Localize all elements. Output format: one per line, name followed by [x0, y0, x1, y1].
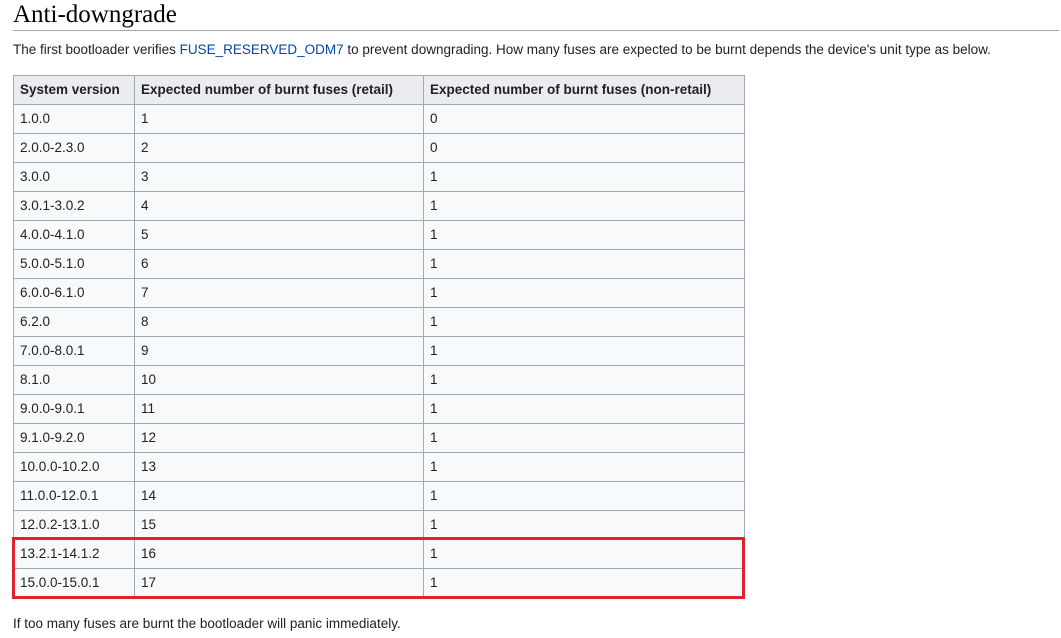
cell-retail-fuses: 6: [134, 249, 424, 279]
table-row: 11.0.0-12.0.1 14 1: [13, 481, 745, 511]
cell-system-version: 13.2.1-14.1.2: [13, 539, 135, 569]
cell-retail-fuses: 16: [134, 539, 424, 569]
table-row: 9.0.0-9.0.1 11 1: [13, 394, 745, 424]
cell-system-version: 9.0.0-9.0.1: [13, 394, 135, 424]
cell-retail-fuses: 9: [134, 336, 424, 366]
cell-retail-fuses: 15: [134, 510, 424, 540]
table-row: 3.0.1-3.0.2 4 1: [13, 191, 745, 221]
cell-retail-fuses: 4: [134, 191, 424, 221]
cell-system-version: 6.0.0-6.1.0: [13, 278, 135, 308]
cell-retail-fuses: 5: [134, 220, 424, 250]
cell-system-version: 5.0.0-5.1.0: [13, 249, 135, 279]
cell-non-retail-fuses: 1: [423, 539, 745, 569]
table-row: 12.0.2-13.1.0 15 1: [13, 510, 745, 540]
outro-paragraph: If too many fuses are burnt the bootload…: [13, 616, 401, 631]
cell-system-version: 3.0.1-3.0.2: [13, 191, 135, 221]
cell-retail-fuses: 13: [134, 452, 424, 482]
table-row: 9.1.0-9.2.0 12 1: [13, 423, 745, 453]
cell-non-retail-fuses: 1: [423, 191, 745, 221]
cell-non-retail-fuses: 1: [423, 423, 745, 453]
cell-system-version: 15.0.0-15.0.1: [13, 568, 135, 598]
cell-non-retail-fuses: 1: [423, 394, 745, 424]
cell-system-version: 3.0.0: [13, 162, 135, 192]
fuse-reserved-odm7-link[interactable]: FUSE_RESERVED_ODM7: [180, 42, 344, 57]
cell-system-version: 10.0.0-10.2.0: [13, 452, 135, 482]
cell-non-retail-fuses: 1: [423, 220, 745, 250]
cell-retail-fuses: 12: [134, 423, 424, 453]
cell-non-retail-fuses: 1: [423, 278, 745, 308]
fuse-table: System version Expected number of burnt …: [13, 75, 745, 598]
cell-non-retail-fuses: 1: [423, 336, 745, 366]
cell-system-version: 8.1.0: [13, 365, 135, 395]
cell-non-retail-fuses: 1: [423, 365, 745, 395]
cell-system-version: 12.0.2-13.1.0: [13, 510, 135, 540]
table-row: 3.0.0 3 1: [13, 162, 745, 192]
cell-retail-fuses: 1: [134, 104, 424, 134]
cell-system-version: 9.1.0-9.2.0: [13, 423, 135, 453]
cell-retail-fuses: 14: [134, 481, 424, 511]
cell-retail-fuses: 2: [134, 133, 424, 163]
table-row: 8.1.0 10 1: [13, 365, 745, 395]
cell-non-retail-fuses: 0: [423, 133, 745, 163]
table-row: 7.0.0-8.0.1 9 1: [13, 336, 745, 366]
cell-retail-fuses: 10: [134, 365, 424, 395]
intro-text-before: The first bootloader verifies: [13, 42, 180, 57]
intro-paragraph: The first bootloader verifies FUSE_RESER…: [13, 41, 991, 59]
cell-system-version: 4.0.0-4.1.0: [13, 220, 135, 250]
table-row: 5.0.0-5.1.0 6 1: [13, 249, 745, 279]
table-body: 1.0.0 1 0 2.0.0-2.3.0 2 0 3.0.0 3 1 3.0.1-3.0.2 4 1…: [13, 104, 745, 598]
cell-non-retail-fuses: 1: [423, 481, 745, 511]
cell-system-version: 7.0.0-8.0.1: [13, 336, 135, 366]
header-retail: Expected number of burnt fuses (retail): [134, 75, 424, 105]
cell-retail-fuses: 7: [134, 278, 424, 308]
cell-system-version: 6.2.0: [13, 307, 135, 337]
header-non-retail: Expected number of burnt fuses (non-reta…: [423, 75, 745, 105]
cell-retail-fuses: 11: [134, 394, 424, 424]
cell-system-version: 2.0.0-2.3.0: [13, 133, 135, 163]
section-heading: Anti-downgrade: [13, 0, 1059, 31]
intro-text-after: to prevent downgrading. How many fuses a…: [343, 42, 991, 57]
cell-retail-fuses: 8: [134, 307, 424, 337]
cell-non-retail-fuses: 1: [423, 452, 745, 482]
table-row: 13.2.1-14.1.2 16 1: [13, 539, 745, 569]
cell-non-retail-fuses: 1: [423, 307, 745, 337]
cell-retail-fuses: 3: [134, 162, 424, 192]
table-row: 10.0.0-10.2.0 13 1: [13, 452, 745, 482]
table-row: 15.0.0-15.0.1 17 1: [13, 568, 745, 598]
table-row: 6.0.0-6.1.0 7 1: [13, 278, 745, 308]
table-header-row: System version Expected number of burnt …: [13, 75, 745, 105]
cell-system-version: 1.0.0: [13, 104, 135, 134]
cell-non-retail-fuses: 0: [423, 104, 745, 134]
cell-non-retail-fuses: 1: [423, 162, 745, 192]
cell-non-retail-fuses: 1: [423, 568, 745, 598]
table-row: 1.0.0 1 0: [13, 104, 745, 134]
cell-retail-fuses: 17: [134, 568, 424, 598]
table-row: 4.0.0-4.1.0 5 1: [13, 220, 745, 250]
cell-non-retail-fuses: 1: [423, 249, 745, 279]
table-row: 6.2.0 8 1: [13, 307, 745, 337]
header-system-version: System version: [13, 75, 135, 105]
table-row: 2.0.0-2.3.0 2 0: [13, 133, 745, 163]
cell-non-retail-fuses: 1: [423, 510, 745, 540]
cell-system-version: 11.0.0-12.0.1: [13, 481, 135, 511]
